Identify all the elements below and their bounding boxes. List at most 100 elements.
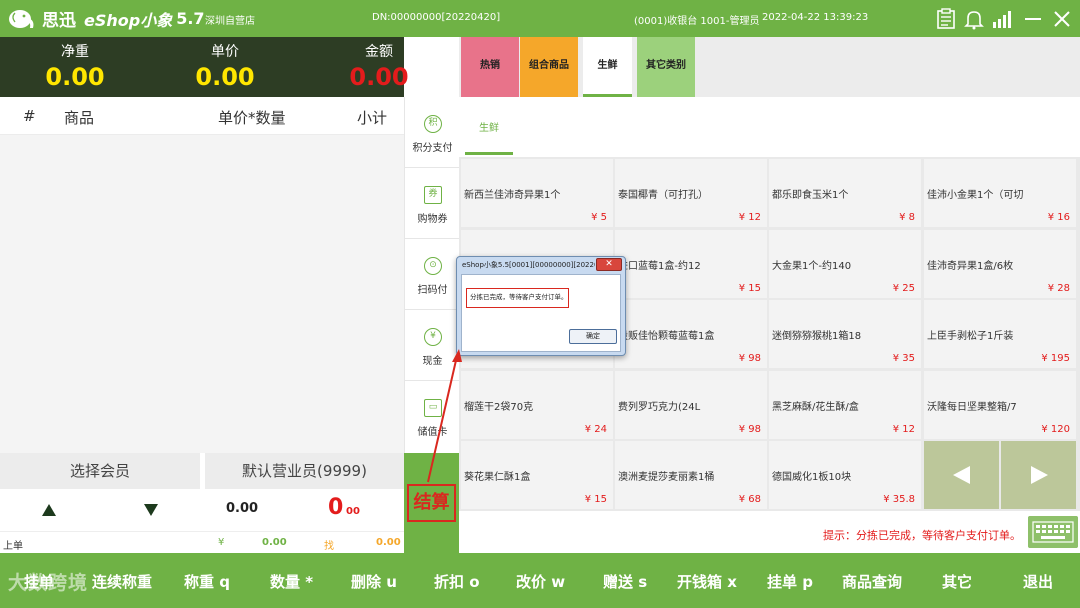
pay-points-button[interactable]: 积 积分支付 (405, 97, 460, 168)
subtab-fresh[interactable]: 生鲜 (479, 119, 499, 134)
dialog-ok-button[interactable]: 确定 (569, 329, 617, 344)
product-card[interactable]: 费列罗巧克力(24L ¥ 98 (615, 371, 767, 439)
total-amount-cents: 00 (346, 506, 360, 517)
product-card[interactable]: 佳沛小金果1个（可切 ¥ 16 (924, 159, 1076, 227)
product-card[interactable]: 迷倒猕猕猴桃1箱18 ¥ 35 (769, 300, 921, 368)
settle-label: 结算 (407, 484, 456, 522)
product-card[interactable]: 榴莲干2袋70克 ¥ 24 (461, 371, 613, 439)
scan-pay-icon: ⊙ (424, 257, 442, 275)
tab-combo[interactable]: 组合商品 (520, 37, 578, 97)
pay-scan-button[interactable]: ⊙ 扫码付 (405, 239, 460, 310)
pay-cash-button[interactable]: ¥ 现金 (405, 310, 460, 381)
tab-other[interactable]: 其它类别 (637, 37, 695, 97)
product-card[interactable]: 新西兰佳沛奇异果1个 ¥ 5 (461, 159, 613, 227)
unit-price-label: 单价 (211, 44, 239, 60)
product-card[interactable]: 都乐即食玉米1个 ¥ 8 (769, 159, 921, 227)
product-card[interactable]: 量贩佳怡颗莓蓝莓1盒 ¥ 98 (615, 300, 767, 368)
quantity-button[interactable]: 数量 * (270, 571, 313, 592)
unit-price-panel: 单价 0.00 (158, 37, 292, 97)
suspend-order-button[interactable]: 挂单 p (767, 571, 813, 592)
product-price: ¥ 15 (738, 283, 761, 294)
paid-symbol: ¥ (218, 537, 225, 548)
continuous-weigh-button[interactable]: 连续称重 (92, 571, 152, 592)
product-card[interactable]: 黑芝麻酥/花生酥/盒 ¥ 12 (769, 371, 921, 439)
previous-order-label: 上单 (3, 541, 23, 552)
next-page-button[interactable] (1001, 441, 1076, 509)
subcategory-tabs: 生鲜 (459, 97, 1080, 157)
prev-page-button[interactable] (924, 441, 999, 509)
exit-button[interactable]: 退出 (1023, 571, 1053, 592)
net-weight-value: 0.00 (45, 63, 105, 91)
scroll-up-icon[interactable] (42, 504, 56, 516)
default-staff-button[interactable]: 默认营业员(9999) (205, 453, 404, 489)
product-price: ¥ 120 (1041, 424, 1070, 435)
pay-scan-label: 扫码付 (417, 285, 448, 296)
gift-button[interactable]: 赠送 s (603, 571, 647, 592)
change-value: 0.00 (376, 537, 401, 548)
pay-stored-card-label: 储值卡 (417, 427, 448, 438)
subtab-underline (465, 152, 513, 155)
cart-items-list[interactable] (0, 135, 404, 453)
dialog-title: eShop小象5.5[0001][00000000][202204 (462, 261, 595, 269)
product-card[interactable]: 泰国椰青（可打孔） ¥ 12 (615, 159, 767, 227)
product-name: 泰国椰青（可打孔） (618, 190, 708, 201)
brand-name: 思迅 (42, 11, 76, 31)
elephant-logo-icon (9, 9, 34, 28)
select-member-button[interactable]: 选择会员 (0, 453, 200, 489)
member-row: 选择会员 默认营业员(9999) (0, 453, 404, 489)
datetime: 2022-04-22 13:39:23 (762, 12, 869, 23)
product-search-button[interactable]: 商品查询 (842, 571, 902, 592)
product-name: 佳沛奇异果1盒/6枚 (927, 261, 1014, 272)
change-price-button[interactable]: 改价 w (516, 571, 565, 592)
tab-fresh[interactable]: 生鲜 (583, 37, 632, 97)
card-icon: ▭ (424, 399, 442, 417)
keyboard-icon[interactable] (1028, 516, 1078, 548)
product-price: ¥ 98 (738, 424, 761, 435)
scroll-down-icon[interactable] (144, 504, 158, 516)
store-name: 深圳自营店 (205, 16, 255, 27)
settle-button[interactable]: 结算 (404, 453, 459, 553)
bell-icon[interactable] (963, 8, 985, 30)
other-button[interactable]: 其它 (942, 571, 972, 592)
product-name: 佳沛小金果1个（可切 (927, 190, 1024, 201)
net-weight-label: 净重 (61, 44, 89, 60)
product-price: ¥ 12 (738, 212, 761, 223)
product-price: ¥ 35 (892, 353, 915, 364)
product-card[interactable]: 德国威化1板10块 ¥ 35.8 (769, 441, 921, 509)
product-card[interactable]: 佳沛奇异果1盒/6枚 ¥ 28 (924, 230, 1076, 298)
product-card[interactable]: 澳洲麦提莎麦丽素1桶 ¥ 68 (615, 441, 767, 509)
app-logo: 思迅 eShop小象 5.7 (6, 6, 205, 31)
weigh-button[interactable]: 称重 q (184, 571, 230, 592)
product-name: 都乐即食玉米1个 (772, 190, 849, 201)
pay-cash-label: 现金 (422, 356, 443, 367)
open-cash-drawer-button[interactable]: 开钱箱 x (677, 571, 737, 592)
product-card[interactable]: 沃隆每日坚果整箱/7 ¥ 120 (924, 371, 1076, 439)
total-amount: 0 (328, 495, 344, 520)
clipboard-icon[interactable] (935, 8, 957, 30)
product-price: ¥ 15 (584, 494, 607, 505)
product-price: ¥ 68 (738, 494, 761, 505)
product-price: ¥ 12 (892, 424, 915, 435)
amount-panel: 金额 0.00 (312, 37, 446, 97)
product-name: 葵花果仁酥1盒 (464, 472, 531, 483)
points-icon: 积 (424, 115, 442, 133)
net-weight-panel: 净重 0.00 (8, 37, 142, 97)
product-card[interactable]: 大金果1个-约140 ¥ 25 (769, 230, 921, 298)
delete-button[interactable]: 删除 u (351, 571, 397, 592)
col-price-qty: 单价*数量 (218, 109, 286, 127)
pay-voucher-button[interactable]: 券 购物券 (405, 168, 460, 239)
product-card[interactable]: 进口蓝莓1盒-约12 ¥ 15 (615, 230, 767, 298)
pay-stored-card-button[interactable]: ▭ 储值卡 (405, 381, 460, 452)
product-price: ¥ 8 (899, 212, 915, 223)
close-icon[interactable] (1051, 8, 1073, 30)
product-card[interactable]: 葵花果仁酥1盒 ¥ 15 (461, 441, 613, 509)
scale-display: 净重 0.00 单价 0.00 金额 0.00 (0, 37, 409, 97)
product-card[interactable]: 上臣手剥松子1斤装 ¥ 195 (924, 300, 1076, 368)
tab-hot[interactable]: 热销 (461, 37, 519, 97)
voucher-icon: 券 (424, 186, 442, 204)
dialog-close-button[interactable]: ✕ (596, 258, 622, 271)
discount-button[interactable]: 折扣 o (434, 571, 480, 592)
minimize-icon[interactable] (1022, 8, 1044, 30)
cart-nav-row: 0.00 0 00 (0, 489, 404, 531)
product-name: 进口蓝莓1盒-约12 (618, 261, 701, 272)
